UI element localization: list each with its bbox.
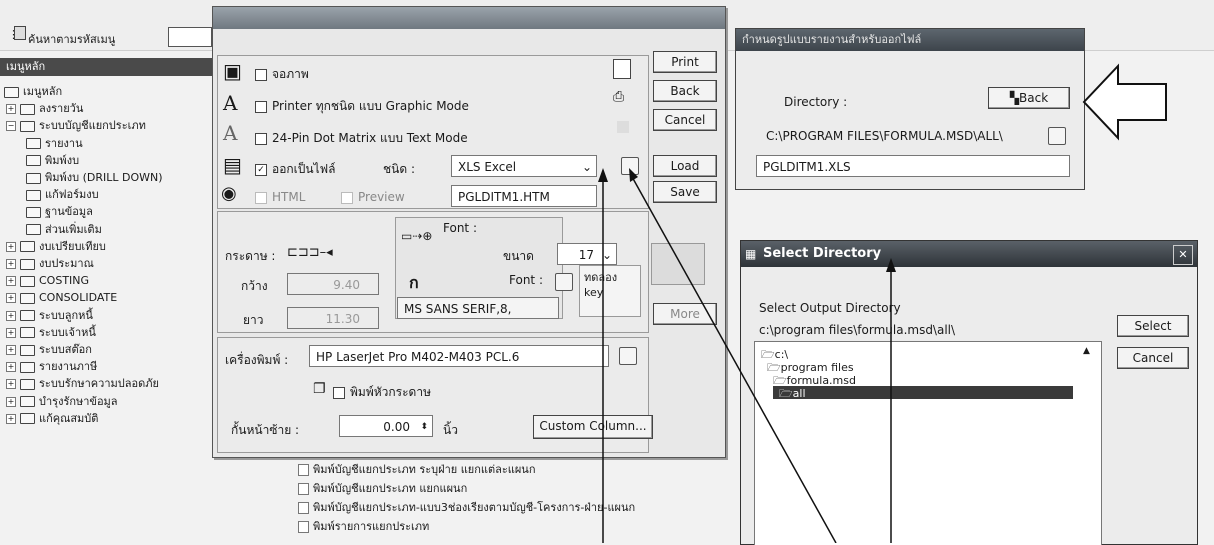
annotation-lines: [598, 168, 896, 543]
